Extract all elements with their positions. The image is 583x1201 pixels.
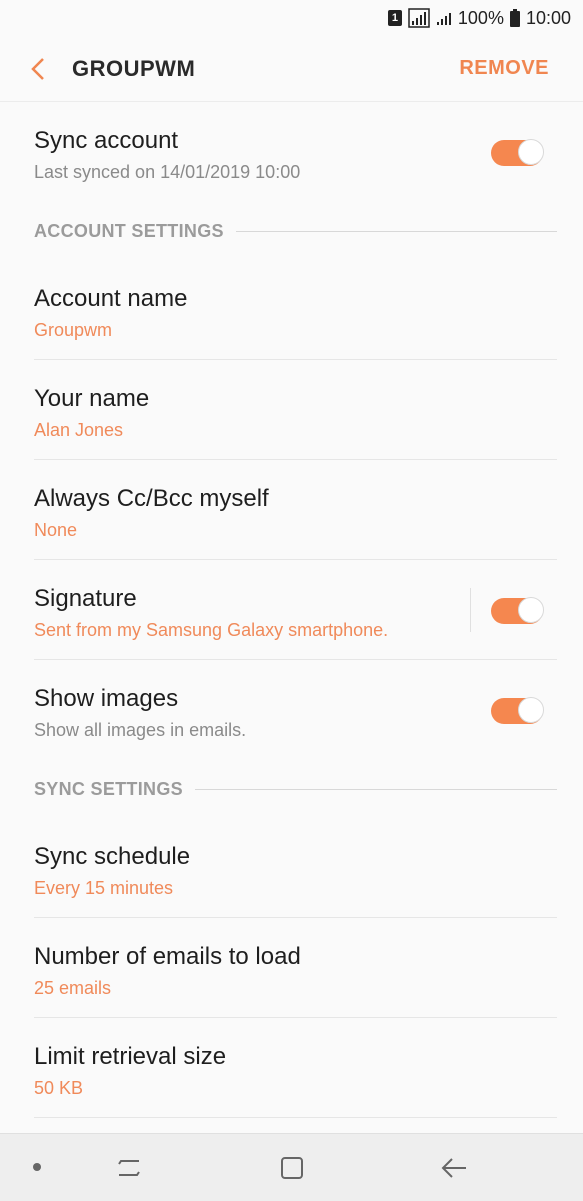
cc-bcc-row[interactable]: Always Cc/Bcc myself None bbox=[34, 460, 557, 560]
signature-value: Sent from my Samsung Galaxy smartphone. bbox=[34, 620, 389, 640]
sync-account-toggle[interactable] bbox=[491, 139, 544, 166]
back-button[interactable] bbox=[8, 36, 68, 102]
back-icon bbox=[441, 1158, 466, 1178]
toggle-knob bbox=[518, 697, 544, 723]
sync-schedule-value: Every 15 minutes bbox=[34, 878, 174, 898]
clock: 10:00 bbox=[525, 7, 571, 28]
sync-settings-header: SYNC SETTINGS bbox=[34, 760, 557, 818]
signal-icon bbox=[408, 8, 430, 28]
retrieval-size-value: 50 KB bbox=[34, 1078, 84, 1098]
sim-icon: 1 bbox=[387, 10, 402, 26]
sync-account-subtitle: Last synced on 14/01/2019 10:00 bbox=[34, 162, 301, 182]
signal-weak-icon bbox=[436, 10, 452, 26]
app-bar: GROUPWM REMOVE bbox=[0, 36, 583, 102]
emails-to-load-value: 25 emails bbox=[34, 978, 112, 998]
settings-list: Sync account Last synced on 14/01/2019 1… bbox=[0, 102, 583, 1118]
battery-percentage: 100% bbox=[457, 7, 504, 28]
your-name-title: Your name bbox=[34, 385, 150, 412]
account-settings-header: ACCOUNT SETTINGS bbox=[34, 202, 557, 260]
nav-dot-icon[interactable] bbox=[33, 1163, 41, 1171]
account-name-value: Groupwm bbox=[34, 320, 113, 340]
section-divider bbox=[235, 230, 557, 232]
your-name-row[interactable]: Your name Alan Jones bbox=[34, 360, 557, 460]
toggle-knob bbox=[518, 597, 544, 623]
account-name-row[interactable]: Account name Groupwm bbox=[34, 260, 557, 360]
signature-row[interactable]: Signature Sent from my Samsung Galaxy sm… bbox=[34, 560, 557, 660]
signature-title: Signature bbox=[34, 585, 137, 612]
home-icon bbox=[281, 1157, 303, 1179]
cc-bcc-title: Always Cc/Bcc myself bbox=[34, 485, 269, 512]
sync-schedule-row[interactable]: Sync schedule Every 15 minutes bbox=[34, 818, 557, 918]
section-divider bbox=[194, 788, 557, 790]
account-name-title: Account name bbox=[34, 285, 188, 312]
show-images-row[interactable]: Show images Show all images in emails. bbox=[34, 660, 557, 760]
show-images-title: Show images bbox=[34, 685, 179, 712]
emails-to-load-title: Number of emails to load bbox=[34, 943, 301, 970]
home-button[interactable] bbox=[276, 1152, 308, 1184]
toggle-knob bbox=[518, 139, 544, 165]
navigation-bar bbox=[0, 1133, 583, 1201]
retrieval-size-row[interactable]: Limit retrieval size 50 KB bbox=[34, 1018, 557, 1118]
nav-back-button[interactable] bbox=[438, 1152, 470, 1184]
recents-icon bbox=[118, 1160, 140, 1176]
remove-button[interactable]: REMOVE bbox=[459, 57, 549, 80]
signature-toggle[interactable] bbox=[491, 597, 544, 624]
page-title: GROUPWM bbox=[72, 55, 196, 81]
show-images-subtitle: Show all images in emails. bbox=[34, 720, 247, 740]
recents-button[interactable] bbox=[113, 1152, 145, 1184]
your-name-value: Alan Jones bbox=[34, 420, 124, 440]
sync-account-row[interactable]: Sync account Last synced on 14/01/2019 1… bbox=[34, 102, 557, 202]
vertical-divider bbox=[470, 588, 471, 632]
show-images-toggle[interactable] bbox=[491, 697, 544, 724]
emails-to-load-row[interactable]: Number of emails to load 25 emails bbox=[34, 918, 557, 1018]
retrieval-size-title: Limit retrieval size bbox=[34, 1043, 227, 1070]
status-bar: 1 100% 10:00 bbox=[0, 0, 583, 36]
chevron-left-icon bbox=[31, 57, 44, 80]
battery-icon bbox=[509, 9, 520, 27]
cc-bcc-value: None bbox=[34, 520, 78, 540]
sync-account-title: Sync account bbox=[34, 127, 179, 154]
sync-schedule-title: Sync schedule bbox=[34, 843, 191, 870]
